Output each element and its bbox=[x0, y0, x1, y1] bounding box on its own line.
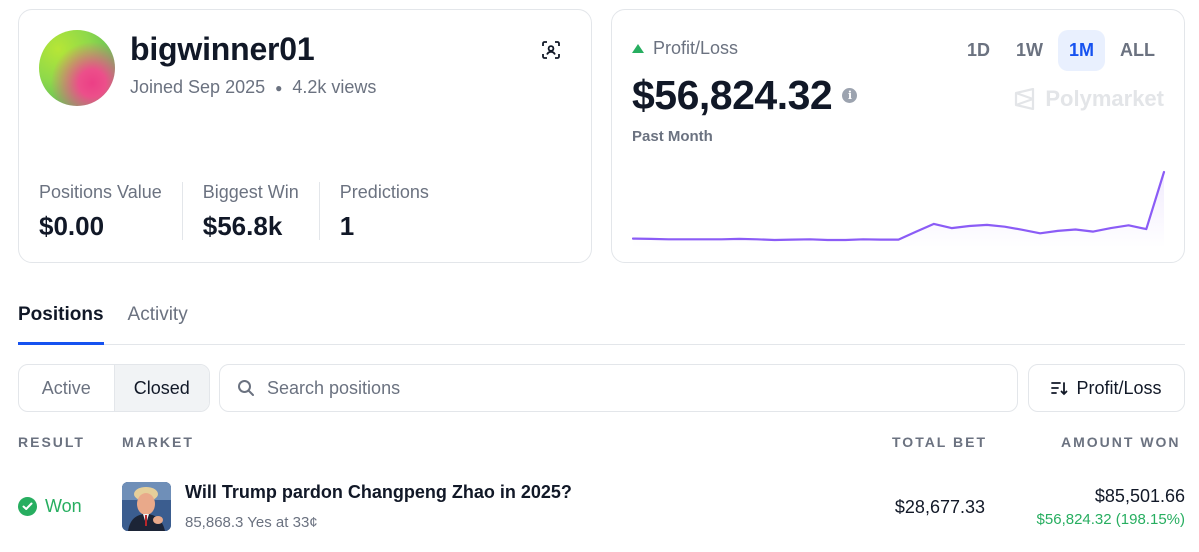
avatar[interactable] bbox=[39, 30, 115, 106]
separator-dot: ● bbox=[275, 80, 283, 95]
stat-value: $56.8k bbox=[202, 211, 283, 241]
position-pnl: $56,824.32 (198.15%) bbox=[1036, 511, 1185, 528]
main-tabs: Positions Activity bbox=[18, 298, 1185, 345]
header-market: MARKET bbox=[122, 434, 194, 450]
pnl-value-row: $56,824.32 i bbox=[632, 72, 858, 119]
result-cell: Won bbox=[18, 496, 82, 517]
sort-button[interactable]: Profit/Loss bbox=[1028, 364, 1185, 412]
range-1m[interactable]: 1M bbox=[1057, 30, 1105, 71]
profile-meta: Joined Sep 2025 ● 4.2k views bbox=[130, 77, 376, 98]
stat-label: Predictions bbox=[339, 182, 429, 202]
search-input[interactable] bbox=[267, 377, 967, 399]
triangle-up-icon bbox=[632, 44, 644, 53]
range-1d[interactable]: 1D bbox=[956, 30, 1001, 71]
market-thumbnail[interactable] bbox=[122, 482, 171, 531]
tab-activity[interactable]: Activity bbox=[128, 298, 188, 344]
check-circle-icon bbox=[18, 497, 37, 516]
brand-name: Polymarket bbox=[1045, 86, 1164, 111]
stat-value: $0.00 bbox=[39, 211, 105, 241]
profile-stats: Positions Value $0.00 Biggest Win $56.8k… bbox=[39, 182, 469, 241]
joined-date: Joined Sep 2025 bbox=[130, 77, 266, 97]
header-total-bet[interactable]: TOTAL BET bbox=[892, 434, 987, 450]
sort-label: Profit/Loss bbox=[1076, 377, 1162, 398]
range-1w[interactable]: 1W bbox=[1005, 30, 1054, 71]
pnl-period: Past Month bbox=[632, 128, 713, 145]
username: bigwinner01 bbox=[130, 31, 315, 67]
header-amount-won[interactable]: AMOUNT WON bbox=[1061, 434, 1181, 450]
market-image bbox=[122, 482, 171, 531]
polymarket-logo: Polymarket bbox=[1013, 86, 1164, 112]
info-icon[interactable]: i bbox=[842, 88, 858, 103]
stat-label: Positions Value bbox=[39, 182, 162, 202]
range-selector: 1D 1W 1M ALL bbox=[952, 30, 1166, 71]
pnl-header: Profit/Loss bbox=[632, 38, 738, 59]
pnl-area bbox=[633, 172, 1164, 248]
pnl-label: Profit/Loss bbox=[653, 38, 739, 58]
pnl-line-chart bbox=[632, 170, 1166, 248]
stat-label: Biggest Win bbox=[202, 182, 299, 202]
filter-closed-button[interactable]: Closed bbox=[113, 365, 209, 411]
profile-card: bigwinner01 Joined Sep 2025 ● 4.2k views… bbox=[18, 9, 592, 263]
scan-icon bbox=[542, 41, 560, 59]
filter-active-button[interactable]: Active bbox=[19, 365, 114, 411]
status-toggle: Active Closed bbox=[18, 364, 210, 412]
qr-scan-button[interactable] bbox=[539, 38, 563, 62]
view-count: 4.2k views bbox=[292, 77, 377, 97]
stat-predictions: Predictions 1 bbox=[339, 182, 449, 241]
result-label: Won bbox=[45, 496, 82, 516]
market-title[interactable]: Will Trump pardon Changpeng Zhao in 2025… bbox=[185, 482, 572, 503]
sort-icon bbox=[1051, 381, 1068, 395]
market-position-detail: 85,868.3 Yes at 33¢ bbox=[185, 514, 318, 531]
pnl-card: Profit/Loss 1D 1W 1M ALL $56,824.32 i Po… bbox=[611, 9, 1185, 263]
amount-won: $85,501.66 bbox=[1094, 486, 1185, 506]
header-result: RESULT bbox=[18, 434, 85, 450]
pnl-series-line bbox=[632, 170, 1166, 242]
search-box bbox=[219, 364, 1018, 412]
range-all[interactable]: ALL bbox=[1109, 30, 1166, 71]
stat-positions-value: Positions Value $0.00 bbox=[39, 182, 183, 241]
total-bet: $28,677.33 bbox=[894, 497, 985, 517]
polymarket-icon bbox=[1015, 88, 1035, 110]
stat-biggest-win: Biggest Win $56.8k bbox=[202, 182, 320, 241]
search-icon bbox=[238, 380, 254, 396]
pnl-value: $56,824.32 bbox=[632, 72, 833, 118]
tab-positions[interactable]: Positions bbox=[18, 298, 104, 345]
stat-value: 1 bbox=[339, 211, 355, 241]
table-row[interactable]: Won Will Trump pardon Changpeng Zhao in … bbox=[18, 478, 1185, 538]
